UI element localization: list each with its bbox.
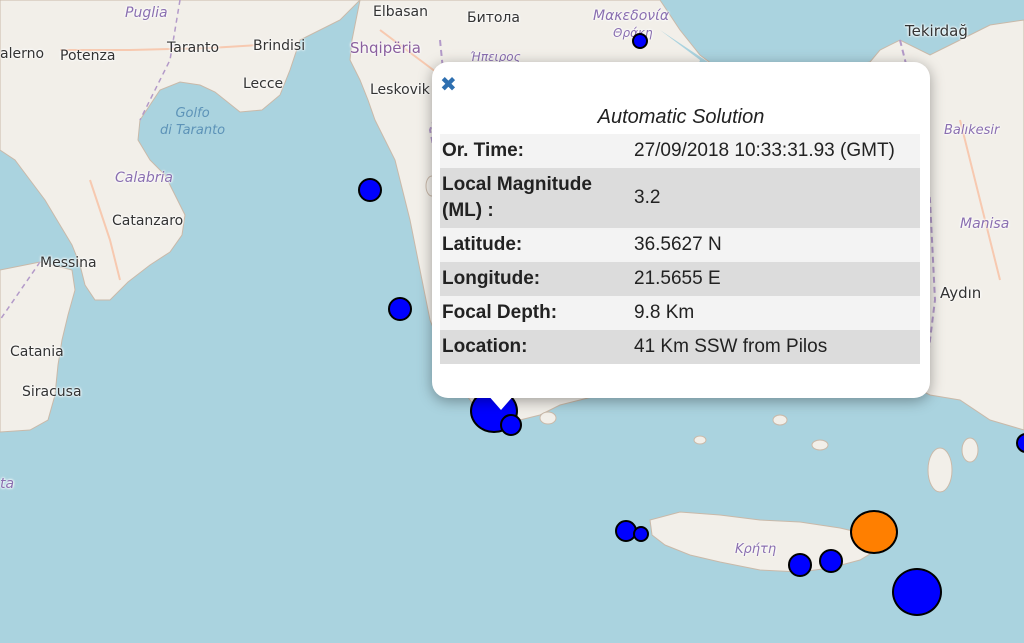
row-label: Local Magnitude (ML) : [442,174,592,221]
place-label-golfo-di-taranto: Golfo di Taranto [160,106,226,138]
table-row: Latitude: 36.5627 N [440,228,920,262]
place-label-brindisi: Brindisi [253,38,306,54]
table-row: Or. Time: 27/09/2018 10:33:31.93 (GMT) [440,134,920,168]
place-label-kriti: Κρήτη [735,542,777,557]
row-value: 36.5627 N [634,234,722,255]
place-label-messina: Messina [40,255,97,271]
place-label-lecce: Lecce [243,76,284,92]
row-value: 41 Km SSW from Pilos [634,336,828,357]
earthquake-marker[interactable] [388,297,412,321]
earthquake-marker[interactable] [892,568,942,616]
row-value: 9.8 Km [634,302,695,323]
earthquake-marker[interactable] [819,549,843,573]
table-row: Focal Depth: 9.8 Km [440,296,920,330]
row-value: 21.5655 E [634,268,721,289]
place-label-tekirdag: Tekirdağ [905,22,968,40]
row-label: Location: [442,336,528,357]
row-label: Latitude: [442,234,523,255]
close-icon[interactable]: ✖ [440,74,460,94]
place-label-malta: ta [0,476,15,492]
earthquake-marker[interactable] [633,526,649,542]
earthquake-marker[interactable] [500,414,522,436]
earthquake-marker[interactable] [788,553,812,577]
place-label-makedonia: Μακεδονία [593,8,670,24]
place-label-shqiperia: Shqipëria [350,39,421,57]
place-label-catanzaro: Catanzaro [112,213,184,229]
earthquake-marker[interactable] [358,178,382,202]
place-label-elbasan: Elbasan [373,4,428,20]
earthquake-marker-orange[interactable] [850,510,898,554]
earthquake-info-table: Or. Time: 27/09/2018 10:33:31.93 (GMT) L… [440,134,920,364]
place-label-calabria: Calabria [115,170,173,186]
place-label-taranto: Taranto [167,40,220,56]
popup-title: Automatic Solution [597,106,765,128]
earthquake-info-popup: ✖ Automatic Solution Or. Time: 27/09/201… [432,62,930,398]
earthquake-marker[interactable] [632,33,648,49]
place-label-salerno: alerno [0,46,45,62]
place-label-catania: Catania [10,344,64,360]
place-label-aydin: Aydın [940,284,982,302]
place-label-manisa: Manisa [960,216,1010,232]
row-value: 3.2 [634,187,661,208]
popup-tip [487,394,515,410]
place-label-balikesir: Balıkesir [944,123,1000,138]
row-label: Focal Depth: [442,302,558,323]
table-row: Longitude: 21.5655 E [440,262,920,296]
row-label: Or. Time: [442,140,525,161]
place-label-leskovik: Leskovik [370,82,430,98]
row-value: 27/09/2018 10:33:31.93 (GMT) [634,140,895,161]
place-label-siracusa: Siracusa [22,384,82,400]
place-label-bitola: Битола [467,10,520,26]
table-row: Location: 41 Km SSW from Pilos [440,330,920,364]
table-row: Local Magnitude (ML) : 3.2 [440,168,920,228]
place-label-puglia: Puglia [125,5,168,21]
place-label-potenza: Potenza [60,48,116,64]
row-label: Longitude: [442,268,541,289]
